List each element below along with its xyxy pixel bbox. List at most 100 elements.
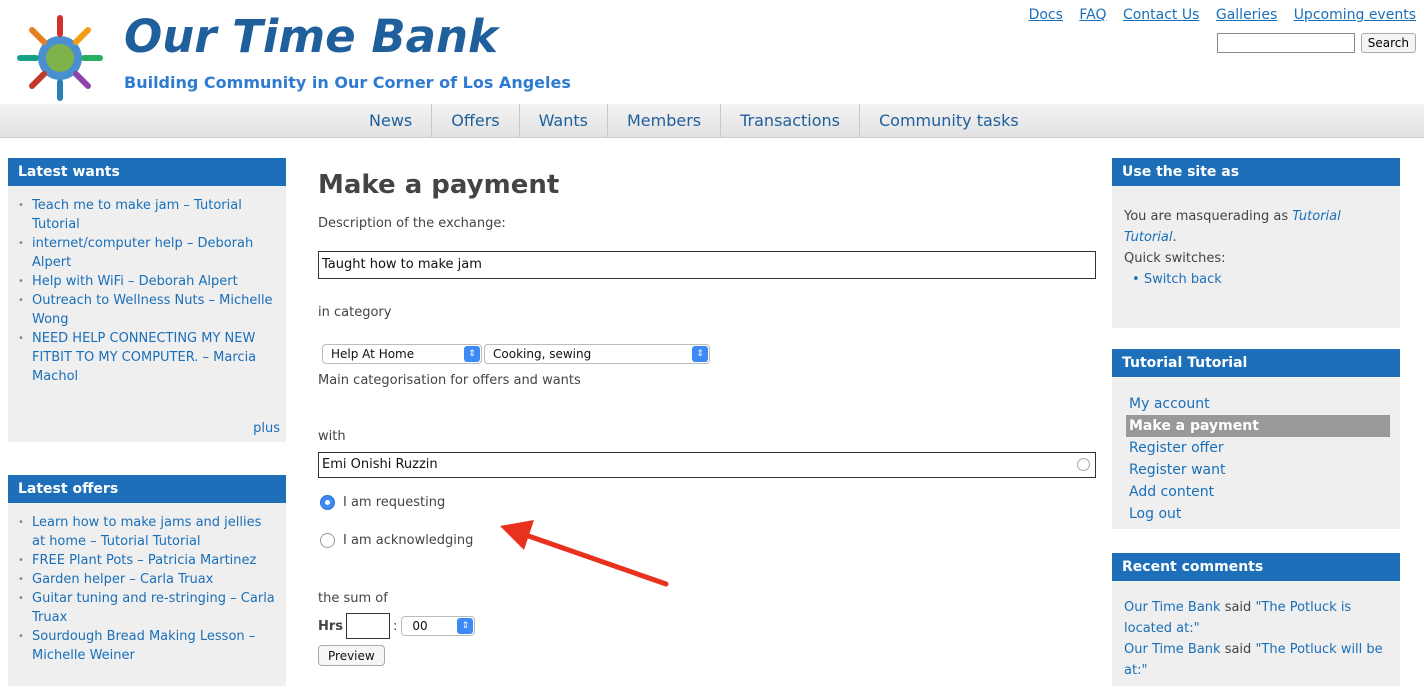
latest-wants-list: Teach me to make jam – Tutorial Tutorial… <box>8 186 286 390</box>
user-menu-links: My account Make a payment Register offer… <box>1112 377 1400 525</box>
list-item: Sourdough Bread Making Lesson – Michelle… <box>18 627 278 665</box>
list-item: Outreach to Wellness Nuts – Michelle Won… <box>18 291 278 329</box>
latest-offers-block: Latest offers Learn how to make jams and… <box>8 475 286 686</box>
latest-offers-list: Learn how to make jams and jellies at ho… <box>8 503 286 669</box>
user-menu-register-offer[interactable]: Register offer <box>1126 437 1390 459</box>
description-label: Description of the exchange: <box>318 216 506 231</box>
comment-item: Our Time Bank said "The Potluck is locat… <box>1124 597 1390 639</box>
category-help-text: Main categorisation for offers and wants <box>318 373 581 388</box>
more-wants-link[interactable]: plus <box>253 421 280 436</box>
top-link-faq[interactable]: FAQ <box>1079 7 1106 23</box>
list-item: Garden helper – Carla Truax <box>18 570 278 589</box>
list-item: Help with WiFi – Deborah Alpert <box>18 272 278 291</box>
select-arrow-icon: ⇕ <box>464 346 480 362</box>
nav-news[interactable]: News <box>350 104 433 138</box>
site-header: Our Time Bank Building Community in Our … <box>0 0 1424 104</box>
offer-link[interactable]: FREE Plant Pots – Patricia Martinez <box>32 553 256 568</box>
top-link-upcoming-events[interactable]: Upcoming events <box>1294 7 1416 23</box>
radio-acknowledging-label: I am acknowledging <box>343 533 474 548</box>
comment-item: Our Time Bank said "The Potluck will be … <box>1124 639 1390 681</box>
minutes-value: 00 <box>412 619 428 633</box>
user-menu-add-content[interactable]: Add content <box>1126 481 1390 503</box>
list-item: NEED HELP CONNECTING MY NEW FITBIT TO MY… <box>18 329 278 386</box>
offer-link[interactable]: Learn how to make jams and jellies at ho… <box>32 515 261 549</box>
category-select-secondary[interactable]: Cooking, sewing ⇕ <box>484 344 710 364</box>
radio-acknowledging[interactable]: I am acknowledging <box>320 533 473 548</box>
nav-transactions[interactable]: Transactions <box>721 104 860 138</box>
with-label: with <box>318 429 346 444</box>
primary-nav: News Offers Wants Members Transactions C… <box>350 104 1038 138</box>
description-input[interactable]: Taught how to make jam <box>318 251 1096 279</box>
offer-link[interactable]: Sourdough Bread Making Lesson – Michelle… <box>32 629 255 663</box>
want-link[interactable]: NEED HELP CONNECTING MY NEW FITBIT TO MY… <box>32 331 256 384</box>
site-slogan: Building Community in Our Corner of Los … <box>124 73 571 92</box>
nav-wants[interactable]: Wants <box>520 104 608 138</box>
user-menu-log-out[interactable]: Log out <box>1126 503 1390 525</box>
top-link-docs[interactable]: Docs <box>1029 7 1063 23</box>
masquerade-text-suffix: . <box>1172 230 1177 245</box>
autocomplete-icon <box>1077 458 1090 471</box>
user-menu-my-account[interactable]: My account <box>1126 393 1390 415</box>
user-menu-block: Tutorial Tutorial My account Make a paym… <box>1112 349 1400 529</box>
top-link-contact-us[interactable]: Contact Us <box>1123 7 1199 23</box>
counterparty-value: Emi Onishi Ruzzin <box>322 457 438 472</box>
site-name[interactable]: Our Time Bank <box>124 10 498 63</box>
want-link[interactable]: internet/computer help – Deborah Alpert <box>32 236 253 270</box>
radio-button-selected[interactable] <box>320 495 335 510</box>
offer-link[interactable]: Garden helper – Carla Truax <box>32 572 213 587</box>
want-link[interactable]: Teach me to make jam – Tutorial Tutorial <box>32 198 242 232</box>
top-link-galleries[interactable]: Galleries <box>1216 7 1277 23</box>
want-link[interactable]: Outreach to Wellness Nuts – Michelle Won… <box>32 293 273 327</box>
recent-comments-body: Our Time Bank said "The Potluck is locat… <box>1112 581 1400 681</box>
hours-input[interactable] <box>346 613 391 639</box>
main-content: Make a payment Description of the exchan… <box>318 158 1098 686</box>
offer-link[interactable]: Guitar tuning and re-stringing – Carla T… <box>32 591 275 625</box>
sum-label: the sum of <box>318 591 388 606</box>
category-label: in category <box>318 305 392 320</box>
hours-label: Hrs <box>318 618 344 634</box>
user-menu-make-payment[interactable]: Make a payment <box>1126 415 1390 437</box>
switch-back-link[interactable]: • Switch back <box>1124 269 1388 290</box>
radio-requesting[interactable]: I am requesting <box>320 495 445 510</box>
quick-switches-label: Quick switches: <box>1124 251 1226 266</box>
user-menu-title: Tutorial Tutorial <box>1112 349 1400 377</box>
page-title: Make a payment <box>318 170 560 200</box>
nav-offers[interactable]: Offers <box>432 104 520 138</box>
search-form: Search <box>1216 33 1416 53</box>
nav-members[interactable]: Members <box>608 104 722 138</box>
masquerade-status: You are masquerading as Tutorial Tutoria… <box>1124 206 1388 248</box>
search-input[interactable] <box>1216 33 1355 53</box>
radio-button[interactable] <box>320 533 335 548</box>
masquerade-block: Use the site as You are masquerading as … <box>1112 158 1400 328</box>
want-link[interactable]: Help with WiFi – Deborah Alpert <box>32 274 238 289</box>
category-select-primary[interactable]: Help At Home ⇕ <box>322 344 482 364</box>
search-button[interactable]: Search <box>1360 33 1416 53</box>
masquerade-title: Use the site as <box>1112 158 1400 186</box>
latest-offers-title: Latest offers <box>8 475 286 503</box>
latest-wants-block: Latest wants Teach me to make jam – Tuto… <box>8 158 286 442</box>
select-arrow-icon: ⇕ <box>457 618 474 634</box>
list-item: Learn how to make jams and jellies at ho… <box>18 513 278 551</box>
masquerade-body: You are masquerading as Tutorial Tutoria… <box>1112 186 1400 290</box>
comment-said: said <box>1220 642 1256 657</box>
list-item: Teach me to make jam – Tutorial Tutorial <box>18 196 278 234</box>
radio-requesting-label: I am requesting <box>343 495 446 510</box>
preview-button[interactable]: Preview <box>318 645 385 666</box>
switch-back-label: Switch back <box>1143 272 1222 287</box>
primary-nav-bar: News Offers Wants Members Transactions C… <box>0 104 1424 138</box>
minutes-select[interactable]: 00 ⇕ <box>401 616 476 636</box>
masquerade-text: You are masquerading as <box>1124 209 1293 224</box>
user-menu-register-want[interactable]: Register want <box>1126 459 1390 481</box>
comment-author-link[interactable]: Our Time Bank <box>1124 600 1221 615</box>
comment-said: said <box>1220 600 1256 615</box>
counterparty-input[interactable]: Emi Onishi Ruzzin <box>318 452 1096 478</box>
category-select-secondary-value: Cooking, sewing <box>493 347 592 361</box>
category-select-primary-value: Help At Home <box>331 347 415 361</box>
latest-wants-title: Latest wants <box>8 158 286 186</box>
nav-community-tasks[interactable]: Community tasks <box>860 104 1038 138</box>
comment-author-link[interactable]: Our Time Bank <box>1124 642 1221 657</box>
site-logo-icon[interactable] <box>12 10 108 106</box>
list-item: FREE Plant Pots – Patricia Martinez <box>18 551 278 570</box>
recent-comments-title: Recent comments <box>1112 553 1400 581</box>
select-arrow-icon: ⇕ <box>692 346 708 362</box>
